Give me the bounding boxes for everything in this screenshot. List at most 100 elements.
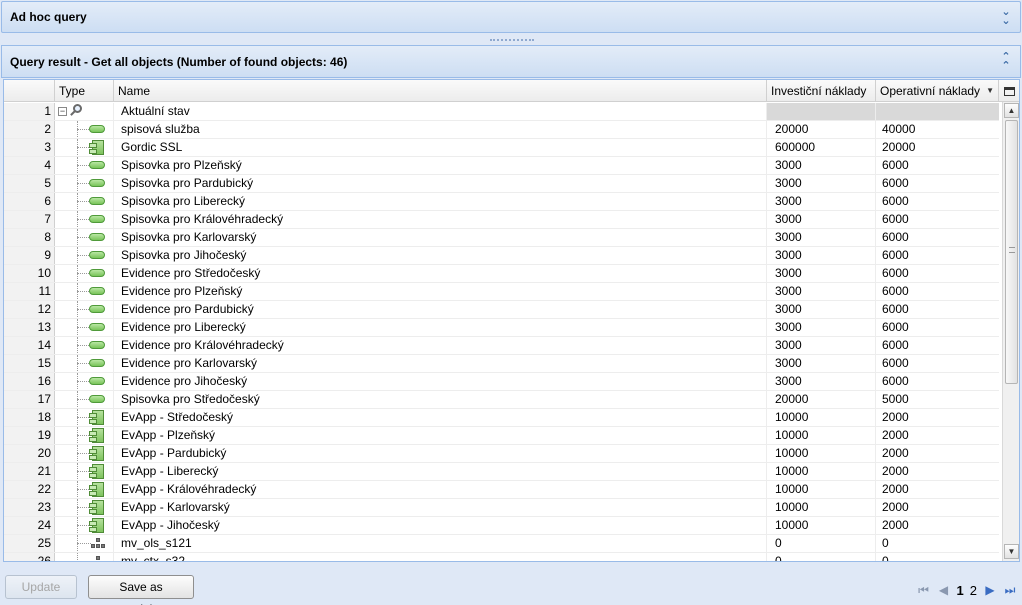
cell-investicni[interactable]: 10000	[767, 517, 876, 534]
cell-name[interactable]: EvApp - Královéhradecký	[114, 481, 767, 498]
cell-investicni[interactable]: 3000	[767, 229, 876, 246]
cell-operativni[interactable]: 6000	[876, 193, 999, 210]
cell-investicni[interactable]: 3000	[767, 157, 876, 174]
cell-investicni[interactable]: 20000	[767, 121, 876, 138]
cell-name[interactable]: Evidence pro Středočeský	[114, 265, 767, 282]
cell-name[interactable]: spisová služba	[114, 121, 767, 138]
last-page-icon[interactable]: ⏭	[1003, 583, 1017, 598]
adhoc-query-panel-header[interactable]: Ad hoc query ⌄ ⌄	[1, 1, 1021, 33]
table-row[interactable]: 26 mv_ctx_s32 0 0	[4, 553, 999, 561]
cell-operativni[interactable]: 6000	[876, 319, 999, 336]
cell-name[interactable]: Evidence pro Pardubický	[114, 301, 767, 318]
cell-name[interactable]: EvApp - Pardubický	[114, 445, 767, 462]
cell-investicni[interactable]: 3000	[767, 373, 876, 390]
table-row[interactable]: 14 Evidence pro Královéhradecký 3000 6000	[4, 337, 999, 355]
cell-name[interactable]: EvApp - Plzeňský	[114, 427, 767, 444]
cell-name[interactable]: Spisovka pro Karlovarský	[114, 229, 767, 246]
collapse-up-icon[interactable]: ⌃ ⌃	[1000, 51, 1012, 71]
cell-investicni[interactable]: 0	[767, 535, 876, 552]
table-row[interactable]: 5 Spisovka pro Pardubický 3000 6000	[4, 175, 999, 193]
cell-name[interactable]: Spisovka pro Plzeňský	[114, 157, 767, 174]
cell-operativni[interactable]: 6000	[876, 373, 999, 390]
cell-name[interactable]: Gordic SSL	[114, 139, 767, 156]
page-link-2[interactable]: 2	[970, 583, 977, 598]
cell-operativni[interactable]	[876, 103, 999, 120]
table-row[interactable]: 4 Spisovka pro Plzeňský 3000 6000	[4, 157, 999, 175]
cell-operativni[interactable]: 6000	[876, 211, 999, 228]
cell-operativni[interactable]: 5000	[876, 391, 999, 408]
table-row[interactable]: 16 Evidence pro Jihočeský 3000 6000	[4, 373, 999, 391]
cell-name[interactable]: mv_ctx_s32	[114, 553, 767, 561]
cell-operativni[interactable]: 2000	[876, 427, 999, 444]
cell-name[interactable]: Spisovka pro Pardubický	[114, 175, 767, 192]
cell-operativni[interactable]: 0	[876, 553, 999, 561]
cell-operativni[interactable]: 2000	[876, 517, 999, 534]
cell-investicni[interactable]: 10000	[767, 481, 876, 498]
table-row[interactable]: 13 Evidence pro Liberecký 3000 6000	[4, 319, 999, 337]
cell-name[interactable]: EvApp - Jihočeský	[114, 517, 767, 534]
cell-operativni[interactable]: 6000	[876, 301, 999, 318]
column-header-operativni[interactable]: Operativní náklady ▼	[876, 80, 999, 102]
column-header-investicni[interactable]: Investiční náklady	[767, 80, 876, 102]
vertical-scrollbar[interactable]: ▲ ▼	[1002, 102, 1019, 561]
table-row[interactable]: 24 EvApp - Jihočeský 10000 2000	[4, 517, 999, 535]
table-row[interactable]: 19 EvApp - Plzeňský 10000 2000	[4, 427, 999, 445]
cell-operativni[interactable]: 6000	[876, 175, 999, 192]
next-page-icon[interactable]: ▶	[983, 583, 997, 597]
cell-investicni[interactable]: 3000	[767, 301, 876, 318]
table-row[interactable]: 2 spisová služba 20000 40000	[4, 121, 999, 139]
collapse-icon[interactable]: −	[58, 107, 67, 116]
cell-investicni[interactable]: 0	[767, 553, 876, 561]
column-header-name[interactable]: Name	[114, 80, 767, 102]
cell-name[interactable]: Spisovka pro Jihočeský	[114, 247, 767, 264]
update-button[interactable]: Update	[5, 575, 77, 599]
sort-desc-icon[interactable]: ▼	[986, 80, 994, 102]
cell-name[interactable]: Evidence pro Karlovarský	[114, 355, 767, 372]
first-page-icon[interactable]: ⏮	[917, 583, 931, 598]
scroll-thumb[interactable]	[1005, 120, 1018, 384]
page-link-1[interactable]: 1	[957, 583, 964, 598]
cell-investicni[interactable]: 10000	[767, 445, 876, 462]
cell-operativni[interactable]: 6000	[876, 283, 999, 300]
panel-splitter[interactable]	[0, 34, 1022, 44]
cell-investicni[interactable]: 3000	[767, 175, 876, 192]
save-as-model-button[interactable]: Save as model...	[88, 575, 194, 605]
cell-name[interactable]: Evidence pro Královéhradecký	[114, 337, 767, 354]
table-row[interactable]: 10 Evidence pro Středočeský 3000 6000	[4, 265, 999, 283]
cell-operativni[interactable]: 6000	[876, 229, 999, 246]
cell-investicni[interactable]: 10000	[767, 463, 876, 480]
cell-investicni[interactable]: 3000	[767, 193, 876, 210]
cell-name[interactable]: Spisovka pro Středočeský	[114, 391, 767, 408]
cell-name[interactable]: EvApp - Středočeský	[114, 409, 767, 426]
table-row[interactable]: 20 EvApp - Pardubický 10000 2000	[4, 445, 999, 463]
cell-operativni[interactable]: 6000	[876, 337, 999, 354]
cell-name[interactable]: Spisovka pro Liberecký	[114, 193, 767, 210]
cell-operativni[interactable]: 0	[876, 535, 999, 552]
cell-investicni[interactable]: 3000	[767, 337, 876, 354]
cell-name[interactable]: EvApp - Liberecký	[114, 463, 767, 480]
table-row[interactable]: 1− Aktuální stav	[4, 103, 999, 121]
column-chooser-icon[interactable]	[999, 80, 1019, 102]
query-result-panel-header[interactable]: Query result - Get all objects (Number o…	[1, 45, 1021, 78]
cell-operativni[interactable]: 2000	[876, 409, 999, 426]
table-row[interactable]: 3 Gordic SSL 600000 20000	[4, 139, 999, 157]
scroll-up-icon[interactable]: ▲	[1004, 103, 1019, 118]
cell-name[interactable]: Spisovka pro Královéhradecký	[114, 211, 767, 228]
cell-investicni[interactable]: 3000	[767, 265, 876, 282]
cell-investicni[interactable]: 10000	[767, 409, 876, 426]
table-row[interactable]: 11 Evidence pro Plzeňský 3000 6000	[4, 283, 999, 301]
cell-operativni[interactable]: 6000	[876, 355, 999, 372]
table-row[interactable]: 23 EvApp - Karlovarský 10000 2000	[4, 499, 999, 517]
cell-operativni[interactable]: 2000	[876, 445, 999, 462]
cell-investicni[interactable]	[767, 103, 876, 120]
cell-name[interactable]: mv_ols_s121	[114, 535, 767, 552]
cell-name[interactable]: Evidence pro Plzeňský	[114, 283, 767, 300]
cell-investicni[interactable]: 10000	[767, 499, 876, 516]
expand-down-icon[interactable]: ⌄ ⌄	[1000, 7, 1012, 27]
table-row[interactable]: 17 Spisovka pro Středočeský 20000 5000	[4, 391, 999, 409]
table-row[interactable]: 9 Spisovka pro Jihočeský 3000 6000	[4, 247, 999, 265]
table-row[interactable]: 15 Evidence pro Karlovarský 3000 6000	[4, 355, 999, 373]
cell-investicni[interactable]: 3000	[767, 247, 876, 264]
cell-operativni[interactable]: 2000	[876, 463, 999, 480]
table-row[interactable]: 22 EvApp - Královéhradecký 10000 2000	[4, 481, 999, 499]
